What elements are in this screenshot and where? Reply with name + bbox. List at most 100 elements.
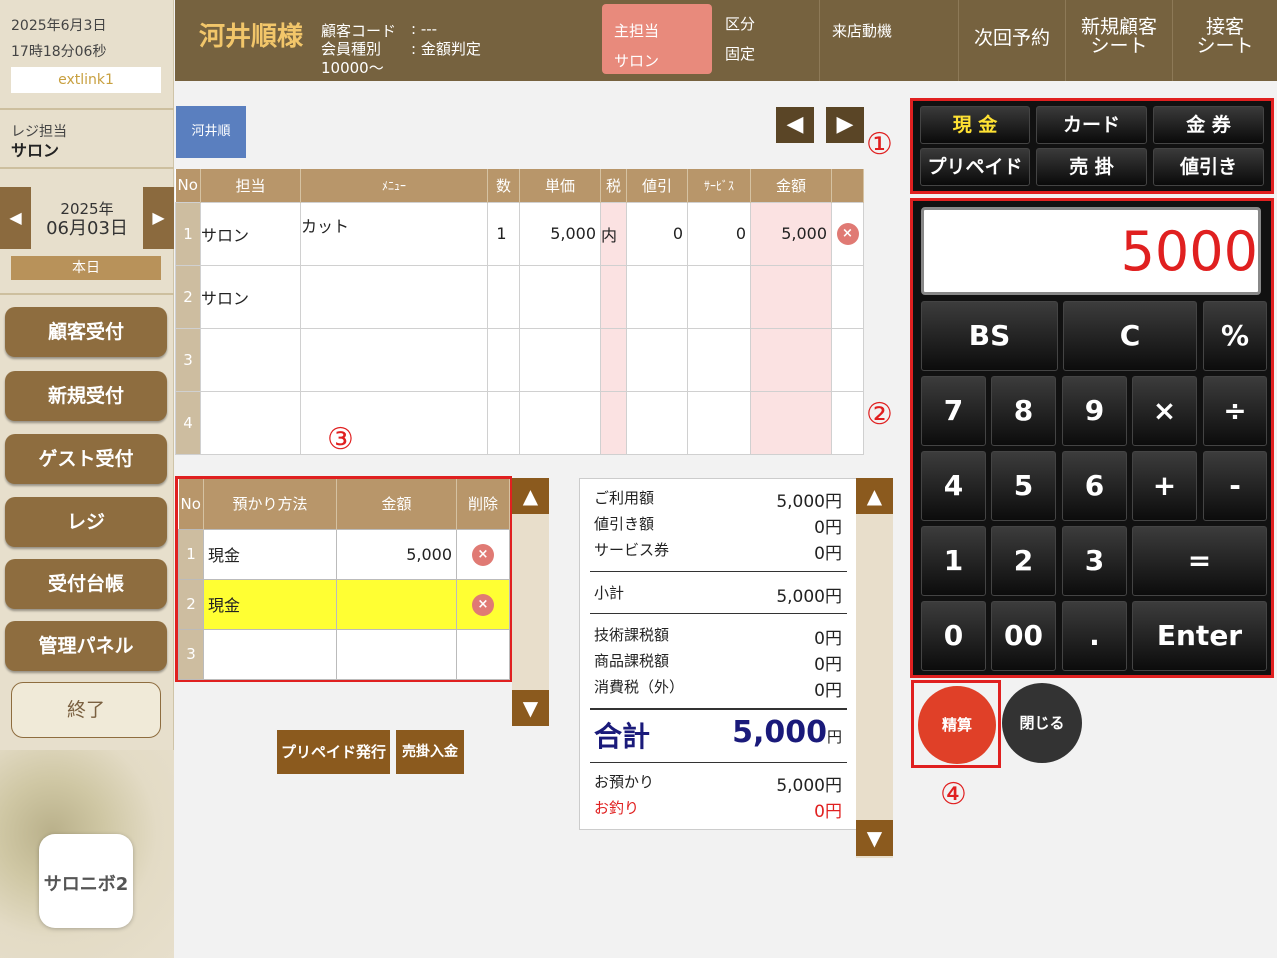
today-button[interactable]: 本日: [11, 256, 161, 280]
row-qty[interactable]: 1: [487, 201, 520, 266]
extlink-link[interactable]: extlink1: [11, 67, 161, 93]
credit-payment-button[interactable]: 売掛入金: [396, 730, 464, 774]
prepaid-method-button[interactable]: プリペイド: [920, 148, 1030, 186]
delete-row-icon[interactable]: ×: [836, 223, 859, 245]
prev-date-button[interactable]: ◀: [0, 187, 31, 249]
delete-row-icon[interactable]: ×: [472, 593, 494, 616]
table-row[interactable]: 3: [178, 628, 510, 680]
key-9[interactable]: 9: [1062, 376, 1127, 446]
row-service[interactable]: 0: [687, 201, 751, 266]
row-price[interactable]: [519, 390, 601, 455]
row-service[interactable]: [687, 390, 751, 455]
table-row[interactable]: 4: [175, 390, 864, 455]
guest-reception-button[interactable]: ゲスト受付: [5, 434, 167, 484]
row-amount[interactable]: [336, 628, 457, 680]
checkout-button[interactable]: 精算: [918, 686, 996, 764]
key-7[interactable]: 7: [921, 376, 986, 446]
close-button[interactable]: 閉じる: [1002, 683, 1082, 763]
key-8[interactable]: 8: [991, 376, 1056, 446]
key-divide[interactable]: ÷: [1203, 376, 1267, 446]
prepaid-issue-button[interactable]: プリペイド発行: [277, 730, 390, 774]
key-4[interactable]: 4: [921, 451, 986, 521]
key-decimal[interactable]: .: [1062, 601, 1127, 671]
voucher-method-button[interactable]: 金 券: [1153, 106, 1264, 144]
key-backspace[interactable]: BS: [921, 301, 1058, 371]
row-qty[interactable]: [487, 390, 520, 455]
table-row[interactable]: 1 サロン カット 1 5,000 内 0 0 5,000 ×: [175, 201, 864, 266]
key-equals[interactable]: =: [1132, 526, 1267, 596]
row-method[interactable]: 現金: [203, 578, 337, 630]
key-3[interactable]: 3: [1062, 526, 1127, 596]
row-method[interactable]: 現金: [203, 528, 337, 580]
cash-method-button[interactable]: 現 金: [920, 106, 1030, 144]
row-service[interactable]: [687, 327, 751, 392]
next-date-button[interactable]: ▶: [143, 187, 174, 249]
reception-ledger-button[interactable]: 受付台帳: [5, 559, 167, 609]
row-discount[interactable]: 0: [626, 201, 688, 266]
scroll-up-button[interactable]: ▲: [512, 478, 549, 514]
main-staff-label: 主担当: [614, 22, 660, 40]
key-6[interactable]: 6: [1062, 451, 1127, 521]
key-0[interactable]: 0: [921, 601, 986, 671]
scroll-down-button[interactable]: ▼: [512, 690, 549, 726]
row-staff[interactable]: [200, 390, 301, 455]
delete-row-icon[interactable]: ×: [472, 543, 494, 566]
key-plus[interactable]: +: [1132, 451, 1197, 521]
key-percent[interactable]: %: [1203, 301, 1267, 371]
row-amount[interactable]: 5,000: [336, 528, 457, 580]
change-label: お釣り: [594, 799, 640, 817]
row-price[interactable]: [519, 264, 601, 329]
tab-service-sheet[interactable]: 接客 シート: [1172, 0, 1277, 81]
row-method[interactable]: [203, 628, 337, 680]
scroll-up-button[interactable]: ▲: [856, 478, 893, 514]
row-staff[interactable]: サロン: [200, 201, 301, 266]
scroll-down-button[interactable]: ▼: [856, 820, 893, 856]
row-price[interactable]: 5,000: [519, 201, 601, 266]
tab-main-staff[interactable]: 主担当 サロン: [602, 4, 712, 74]
card-method-button[interactable]: カード: [1036, 106, 1147, 144]
payment-scrollbar[interactable]: ▲ ▼: [512, 478, 549, 726]
row-discount[interactable]: [626, 327, 688, 392]
table-row[interactable]: 3: [175, 327, 864, 392]
customer-reception-button[interactable]: 顧客受付: [5, 307, 167, 357]
key-5[interactable]: 5: [991, 451, 1056, 521]
row-amount: 5,000: [750, 201, 832, 266]
key-minus[interactable]: -: [1203, 451, 1267, 521]
row-price[interactable]: [519, 327, 601, 392]
row-menu[interactable]: [300, 327, 488, 392]
table-row[interactable]: 2 現金 ×: [178, 578, 510, 630]
key-1[interactable]: 1: [921, 526, 986, 596]
table-row[interactable]: 1 現金 5,000 ×: [178, 528, 510, 580]
tab-next-reservation[interactable]: 次回予約: [958, 0, 1065, 81]
admin-panel-button[interactable]: 管理パネル: [5, 621, 167, 671]
key-enter[interactable]: Enter: [1132, 601, 1267, 671]
row-amount: [750, 264, 832, 329]
key-2[interactable]: 2: [991, 526, 1056, 596]
row-menu[interactable]: カット: [300, 201, 488, 266]
tab-category[interactable]: 区分 固定: [713, 0, 819, 81]
next-page-button[interactable]: ▶: [826, 107, 864, 143]
prev-page-button[interactable]: ◀: [776, 107, 814, 143]
register-button[interactable]: レジ: [5, 497, 167, 547]
table-row[interactable]: 2 サロン: [175, 264, 864, 329]
row-menu[interactable]: [300, 264, 488, 329]
row-qty[interactable]: [487, 264, 520, 329]
row-discount[interactable]: [626, 264, 688, 329]
row-staff[interactable]: サロン: [200, 264, 301, 329]
new-reception-button[interactable]: 新規受付: [5, 371, 167, 421]
summary-scrollbar[interactable]: ▲ ▼: [856, 478, 893, 858]
row-discount[interactable]: [626, 390, 688, 455]
row-amount[interactable]: [336, 578, 457, 630]
discount-method-button[interactable]: 値引き: [1153, 148, 1264, 186]
row-qty[interactable]: [487, 327, 520, 392]
key-multiply[interactable]: ×: [1132, 376, 1197, 446]
tab-new-customer-sheet[interactable]: 新規顧客 シート: [1065, 0, 1172, 81]
credit-method-button[interactable]: 売 掛: [1036, 148, 1147, 186]
exit-button[interactable]: 終了: [11, 682, 161, 738]
customer-tab-button[interactable]: 河井順: [176, 106, 246, 158]
row-service[interactable]: [687, 264, 751, 329]
key-00[interactable]: 00: [991, 601, 1056, 671]
tab-visit-motive[interactable]: 来店動機: [819, 0, 958, 81]
key-clear[interactable]: C: [1063, 301, 1197, 371]
row-staff[interactable]: [200, 327, 301, 392]
